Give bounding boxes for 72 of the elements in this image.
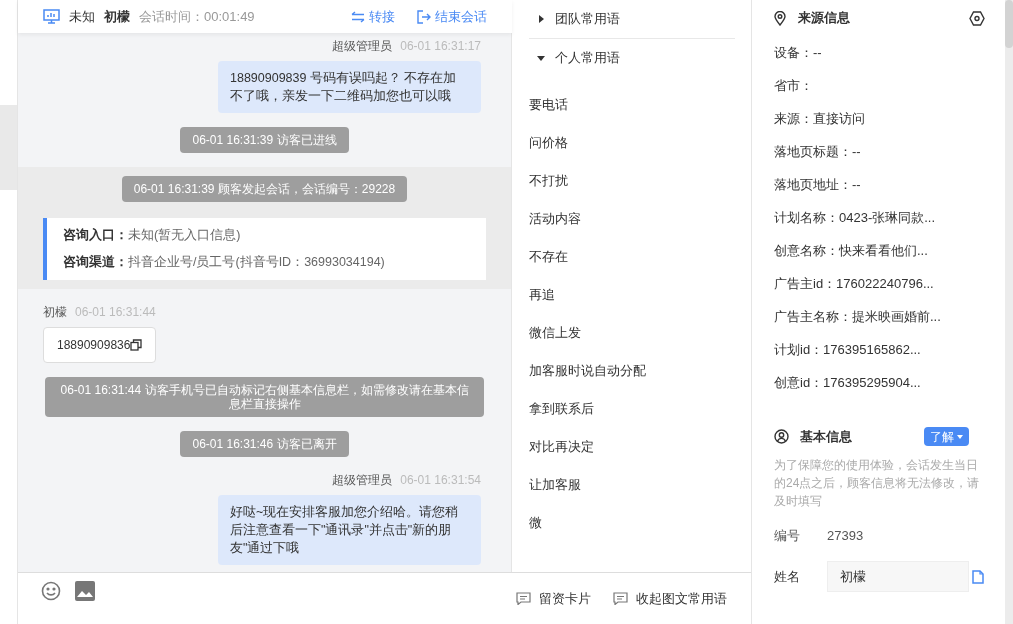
monitor-icon [43, 9, 60, 24]
info-value: 未知(暂无入口信息) [128, 227, 241, 244]
info-label: 咨询入口： [63, 227, 128, 244]
message-time: 06-01 16:31:54 [400, 471, 481, 489]
phrase-item[interactable]: 微 [529, 504, 735, 542]
settings-icon[interactable] [969, 10, 985, 26]
system-message: 06-01 16:31:39 顾客发起会话，会话编号：29228 [121, 176, 408, 202]
source-field: 创意名称：快来看看他们... [774, 234, 1005, 267]
phrase-item[interactable]: 不存在 [529, 238, 735, 276]
caret-right-icon [537, 15, 545, 23]
section-title: 来源信息 [798, 9, 851, 28]
image-icon[interactable] [75, 581, 95, 601]
source-field: 落地页地址：-- [774, 168, 1005, 201]
comment-icon [613, 592, 628, 605]
phrase-item[interactable]: 加客服时说自动分配 [529, 352, 735, 390]
source-field: 广告主id：176022240796... [774, 267, 1005, 300]
end-session-button[interactable]: 结束会话 [417, 6, 487, 27]
source-field: 设备：-- [774, 36, 1005, 69]
phrase-item[interactable]: 微信上发 [529, 314, 735, 352]
sender-name: 初檬 [43, 303, 67, 321]
session-duration: 会话时间：00:01:49 [139, 7, 255, 26]
field-label: 编号 [774, 526, 801, 545]
customer-name: 初檬 [104, 7, 130, 26]
phrase-item[interactable]: 拿到联系后 [529, 390, 735, 428]
name-field[interactable]: 初檬 [827, 561, 969, 592]
status-text: 未知 [69, 7, 95, 26]
info-value: 抖音企业号/员工号(抖音号ID：36993034194) [128, 253, 385, 271]
phrase-item[interactable]: 不打扰 [529, 162, 735, 200]
message-bubble: 18890909839 号码有误吗起？ 不存在加不了哦，亲发一下二维码加您也可以哦 [218, 61, 481, 113]
exit-icon [417, 9, 431, 24]
source-field: 计划id：176395165862... [774, 333, 1005, 366]
comment-icon [516, 592, 531, 605]
caret-down-icon [957, 434, 963, 439]
source-field: 来源：直接访问 [774, 102, 1005, 135]
system-message: 06-01 16:31:39 访客已进线 [180, 127, 349, 153]
phrase-item[interactable]: 要电话 [529, 86, 735, 124]
field-label: 姓名 [774, 567, 801, 586]
section-title: 基本信息 [800, 428, 853, 446]
source-field: 创意id：176395295904... [774, 366, 1005, 399]
caret-down-icon [537, 54, 545, 62]
system-message: 06-01 16:31:46 访客已离开 [180, 430, 349, 457]
phrase-group-toggle[interactable]: 个人常用语 [529, 39, 735, 77]
emoji-icon[interactable] [41, 581, 61, 601]
system-message: 06-01 16:31:44 访客手机号已自动标记右侧基本信息栏，如需修改请在基本信息栏直接操作 [45, 376, 484, 417]
source-field: 计划名称：0423-张琳同款... [774, 201, 1005, 234]
phrase-item[interactable]: 再追 [529, 276, 735, 314]
message-time: 06-01 16:31:44 [75, 303, 156, 321]
notice-text: 为了保障您的使用体验，会话发生当日的24点之后，顾客信息将无法修改，请及时填写 [774, 456, 981, 510]
copy-icon[interactable] [130, 338, 143, 351]
phrase-item[interactable]: 活动内容 [529, 200, 735, 238]
info-label: 咨询渠道： [63, 253, 128, 271]
transfer-button[interactable]: 转接 [351, 6, 395, 27]
source-field: 广告主名称：提米映画婚前... [774, 300, 1005, 333]
scrollbar-thumb[interactable] [1005, 0, 1013, 48]
source-field: 落地页标题：-- [774, 135, 1005, 168]
phrase-item[interactable]: 问价格 [529, 124, 735, 162]
phone-number: 18890909836 [57, 336, 131, 354]
toolbar-button[interactable]: 留资卡片 [516, 588, 591, 609]
field-value: 27393 [827, 526, 864, 545]
toolbar-button[interactable]: 收起图文常用语 [613, 588, 727, 609]
sender-name: 超级管理员 [332, 38, 393, 55]
phrase-item[interactable]: 对比再决定 [529, 428, 735, 466]
phrase-item[interactable]: 让加客服 [529, 466, 735, 504]
user-icon [774, 429, 789, 445]
document-icon[interactable] [972, 569, 984, 584]
source-field: 省市： [774, 69, 1005, 102]
location-pin-icon [774, 10, 786, 26]
message-time: 06-01 16:31:17 [400, 38, 481, 55]
phrase-group-toggle[interactable]: 团队常用语 [529, 0, 735, 38]
message-bubble: 好哒~现在安排客服加您介绍哈。请您稍后注意查看一下"通讯录"并点击"新的朋友"通过下哦 [218, 494, 481, 565]
swap-icon [351, 10, 365, 23]
sender-name: 超级管理员 [332, 471, 393, 489]
